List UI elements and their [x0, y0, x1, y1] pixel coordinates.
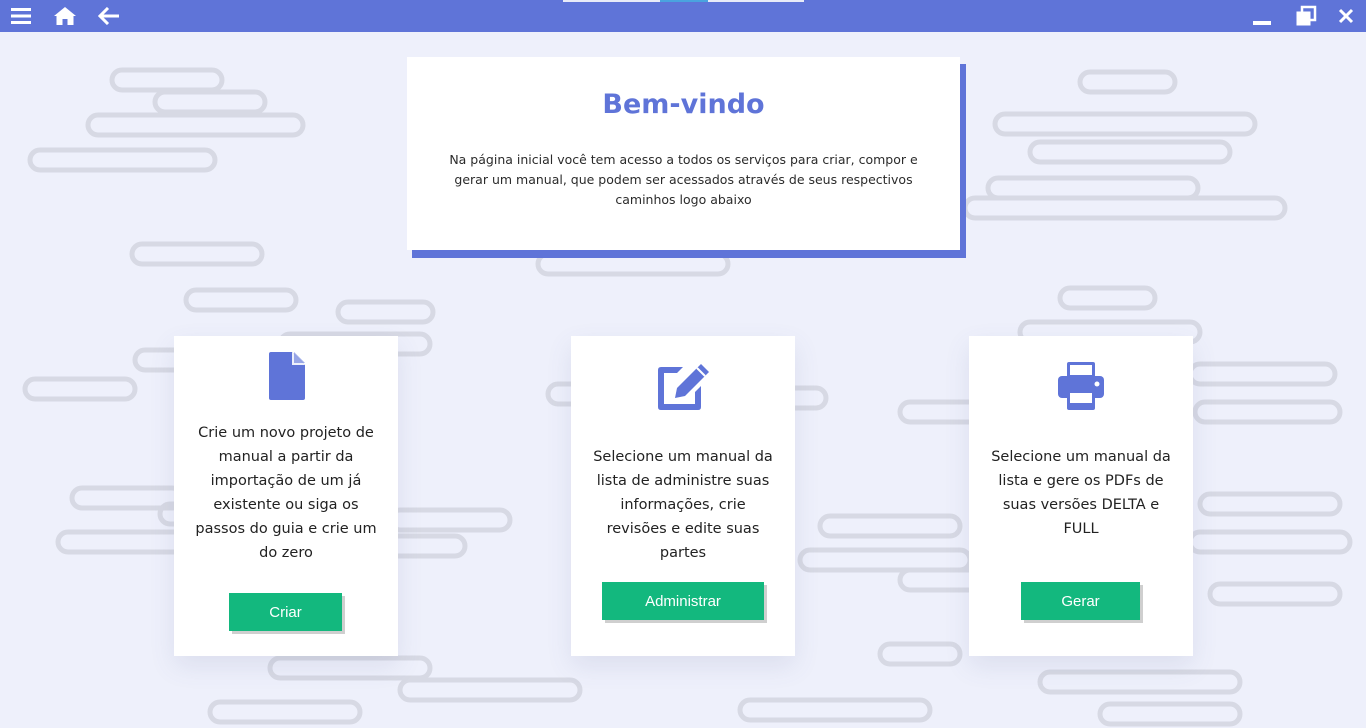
generate-pdf-card: Selecione um manual da lista e gere os P…: [969, 336, 1193, 656]
create-manual-card: Crie um novo projeto de manual a partir …: [174, 336, 398, 656]
file-icon: [174, 352, 398, 402]
generate-card-description: Selecione um manual da lista e gere os P…: [991, 449, 1171, 537]
minimize-icon[interactable]: [1250, 4, 1274, 28]
gerar-button[interactable]: Gerar: [1021, 582, 1140, 620]
welcome-title: Bem-vindo: [602, 89, 765, 120]
edit-icon: [571, 362, 795, 412]
title-bar: [0, 0, 1366, 32]
create-card-description: Crie um novo projeto de manual a partir …: [195, 425, 377, 561]
administer-card-description: Selecione um manual da lista de administ…: [593, 449, 773, 561]
loading-progress-bar: [563, 0, 804, 2]
printer-icon: [969, 362, 1193, 410]
administrar-button[interactable]: Administrar: [602, 582, 764, 620]
hamburger-menu-icon[interactable]: [9, 4, 33, 28]
loading-progress-fill: [660, 0, 708, 2]
welcome-card: Bem-vindo Na página inicial você tem ace…: [407, 57, 960, 250]
close-icon[interactable]: [1334, 4, 1358, 28]
restore-window-icon[interactable]: [1294, 4, 1318, 28]
administer-manual-card: Selecione um manual da lista de administ…: [571, 336, 795, 656]
arrow-left-icon[interactable]: [97, 4, 121, 28]
home-icon[interactable]: [53, 4, 77, 28]
criar-button[interactable]: Criar: [229, 593, 342, 631]
welcome-description: Na página inicial você tem acesso a todo…: [449, 152, 918, 207]
